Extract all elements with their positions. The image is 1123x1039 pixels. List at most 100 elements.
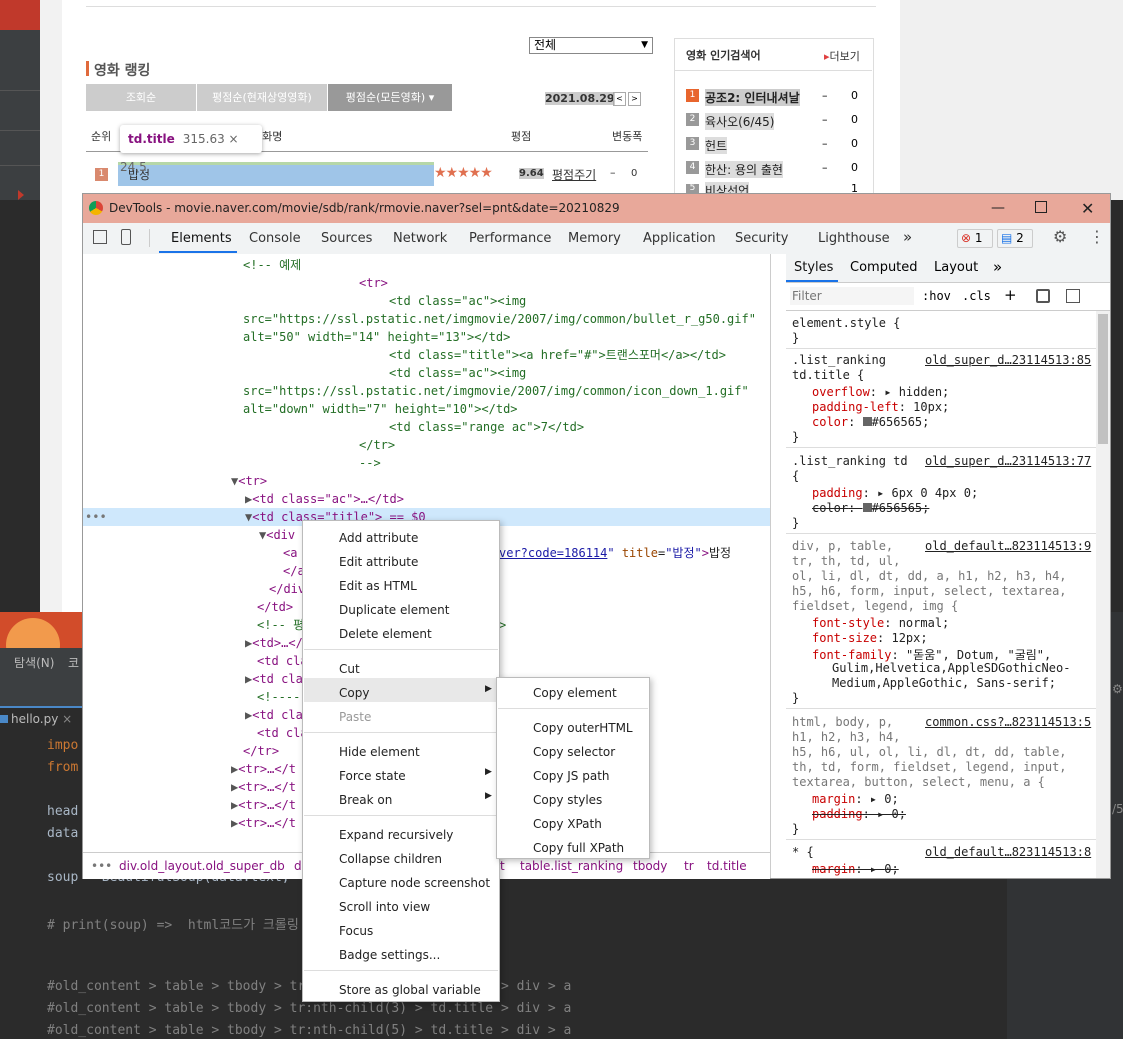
dom-line[interactable]: > <box>499 616 506 634</box>
rule-selector[interactable]: ol, li, dl, dt, dd, a, h1, h2, h3, h4, <box>792 569 1067 583</box>
color-swatch[interactable] <box>862 417 872 426</box>
new-rule-icon[interactable]: + <box>1004 286 1017 304</box>
dom-line[interactable]: </td> <box>257 598 293 616</box>
message-badge[interactable]: ▤ 2 <box>997 229 1033 248</box>
tab-score-all[interactable]: 평점순(모든영화) ▾ <box>328 84 452 111</box>
menu-item-copy-js-path[interactable]: Copy JS path <box>533 769 610 783</box>
rule-selector[interactable]: th, td, form, fieldset, legend, input, <box>792 760 1067 774</box>
dom-line[interactable]: </tr> <box>359 436 395 454</box>
rule-selector[interactable]: * { <box>792 845 814 859</box>
css-declaration[interactable]: color: #656565; <box>812 415 929 429</box>
css-declaration[interactable]: font-style: normal; <box>812 616 949 630</box>
tab-console[interactable]: Console <box>249 231 301 246</box>
rule-selector[interactable]: .list_ranking td <box>792 454 908 468</box>
dom-line[interactable]: ▶<td cla <box>245 670 303 688</box>
row-more-icon[interactable]: ••• <box>85 508 107 526</box>
menu-code[interactable]: 코 <box>68 654 79 671</box>
menu-item-copy-xpath[interactable]: Copy XPath <box>533 817 602 831</box>
more-tabs-icon[interactable]: » <box>903 228 912 246</box>
tab-application[interactable]: Application <box>643 231 716 246</box>
menu-item-copy-styles[interactable]: Copy styles <box>533 793 602 807</box>
dom-line[interactable]: <td cla <box>257 652 308 670</box>
side-more-link[interactable]: ▸더보기 <box>824 48 860 64</box>
menu-item-collapse-children[interactable]: Collapse children <box>339 852 442 866</box>
maximize-button[interactable] <box>1035 201 1047 213</box>
sidebar-toggle-icon[interactable] <box>1066 289 1080 303</box>
dom-line[interactable]: <!-- 예제 <box>243 256 301 274</box>
more-tabs-icon[interactable]: » <box>993 258 1002 276</box>
css-declaration-overridden[interactable]: padding: ▸ 0; <box>812 807 906 821</box>
css-declaration-overridden[interactable]: color: #656565; <box>812 501 929 515</box>
rule-selector[interactable]: h5, h6, form, input, select, textarea, <box>792 584 1067 598</box>
styles-filter-input[interactable] <box>790 287 914 305</box>
rule-selector[interactable]: textarea, button, select, menu, a { <box>792 775 1045 789</box>
settings-gear-icon[interactable]: ⚙ <box>1053 227 1067 246</box>
side-item-link[interactable]: 한산: 용의 출현 <box>705 161 783 178</box>
tab-performance[interactable]: Performance <box>469 231 551 246</box>
rule-source-link[interactable]: old_super_d…23114513:77 <box>925 454 1091 468</box>
css-declaration[interactable]: margin: ▸ 0; <box>812 792 899 806</box>
breadcrumb-item[interactable]: d <box>294 853 302 879</box>
dom-line[interactable]: ▶<tr>…</t <box>231 778 296 796</box>
menu-item-scroll-into-view[interactable]: Scroll into view <box>339 900 430 914</box>
menu-item-focus[interactable]: Focus <box>339 924 373 938</box>
dom-line[interactable]: <td class="title"><a href="#">트랜스포머</a><… <box>389 346 726 364</box>
rule-selector[interactable]: fieldset, legend, img { <box>792 599 958 613</box>
rule-selector[interactable]: element.style { <box>792 316 900 330</box>
filter-select[interactable]: 전체 ▼ <box>529 37 653 54</box>
inspect-icon[interactable] <box>93 230 107 244</box>
menu-item-copy-selector[interactable]: Copy selector <box>533 745 615 759</box>
tab-computed[interactable]: Computed <box>850 260 918 275</box>
side-item-link[interactable]: 육사오(6/45) <box>705 113 775 130</box>
file-tab[interactable]: hello.py × <box>0 712 80 726</box>
menu-item-edit-as-html[interactable]: Edit as HTML <box>339 579 417 593</box>
cls-button[interactable]: .cls <box>962 289 991 303</box>
css-declaration-overridden[interactable]: margin: ▸ 0; <box>812 862 899 876</box>
error-badge[interactable]: ⊗ 1 <box>957 229 993 248</box>
dom-line[interactable]: ▼<tr> <box>231 472 267 490</box>
dom-line[interactable]: ▶<tr>…</t <box>231 760 296 778</box>
dom-line[interactable]: <td class="range ac">7</td> <box>389 418 584 436</box>
device-toggle-icon[interactable] <box>121 229 131 245</box>
dom-line[interactable]: ▶<td>…</ <box>245 634 303 652</box>
rule-selector[interactable]: div, p, table, <box>792 539 893 553</box>
tab-layout[interactable]: Layout <box>934 260 978 275</box>
minimize-button[interactable]: — <box>991 194 1005 223</box>
dom-line[interactable]: ▼<div <box>259 526 295 544</box>
menu-item-badge-settings[interactable]: Badge settings... <box>339 948 440 962</box>
css-declaration[interactable]: overflow: ▸ hidden; <box>812 385 949 399</box>
dom-line[interactable]: --> <box>359 454 381 472</box>
dom-line[interactable]: <!---- <box>257 688 300 706</box>
close-icon[interactable]: × <box>62 712 72 726</box>
menu-item-copy-element[interactable]: Copy element <box>533 686 617 700</box>
tab-network[interactable]: Network <box>393 231 447 246</box>
menu-item-add-attribute[interactable]: Add attribute <box>339 531 418 545</box>
side-item-link[interactable]: 비상선언 <box>705 182 750 193</box>
menu-item-edit-attribute[interactable]: Edit attribute <box>339 555 418 569</box>
menu-item-paste[interactable]: Paste <box>339 710 371 724</box>
rule-source-link[interactable]: old_super_d…23114513:85 <box>925 353 1091 367</box>
dom-line[interactable]: alt="down" width="7" height="10"></td> <box>243 400 518 418</box>
dom-line[interactable]: ▶<tr>…</t <box>231 796 296 814</box>
menu-item-force-state[interactable]: Force state <box>339 769 406 783</box>
dom-line[interactable]: <td cla <box>257 724 308 742</box>
tab-sources[interactable]: Sources <box>321 231 372 246</box>
rule-selector[interactable]: h5, h6, ul, ol, li, dl, dt, dd, table, <box>792 745 1067 759</box>
prev-date-button[interactable]: < <box>613 92 626 106</box>
dom-line[interactable]: <tr> <box>359 274 388 292</box>
dom-line[interactable]: <td class="ac"><img <box>389 364 526 382</box>
dom-line[interactable]: </div <box>269 580 305 598</box>
close-button[interactable]: ✕ <box>1081 194 1094 223</box>
side-item-link[interactable]: 공조2: 인터내셔날 <box>705 89 800 106</box>
menu-item-hide-element[interactable]: Hide element <box>339 745 420 759</box>
rule-source-link[interactable]: common.css?…823114513:5 <box>925 715 1091 729</box>
menu-item-duplicate-element[interactable]: Duplicate element <box>339 603 449 617</box>
rule-selector[interactable]: tr, th, td, ul, <box>792 554 900 568</box>
dom-line[interactable]: <td class="ac"><img <box>389 292 526 310</box>
breadcrumb-more[interactable]: ••• <box>91 853 112 879</box>
tab-styles[interactable]: Styles <box>794 260 833 275</box>
menu-item-copy-outerhtml[interactable]: Copy outerHTML <box>533 721 633 735</box>
dom-line[interactable]: src="https://ssl.pstatic.net/imgmovie/20… <box>243 310 756 328</box>
rule-source-link[interactable]: old_default…823114513:9 <box>925 539 1091 553</box>
next-date-button[interactable]: > <box>628 92 641 106</box>
